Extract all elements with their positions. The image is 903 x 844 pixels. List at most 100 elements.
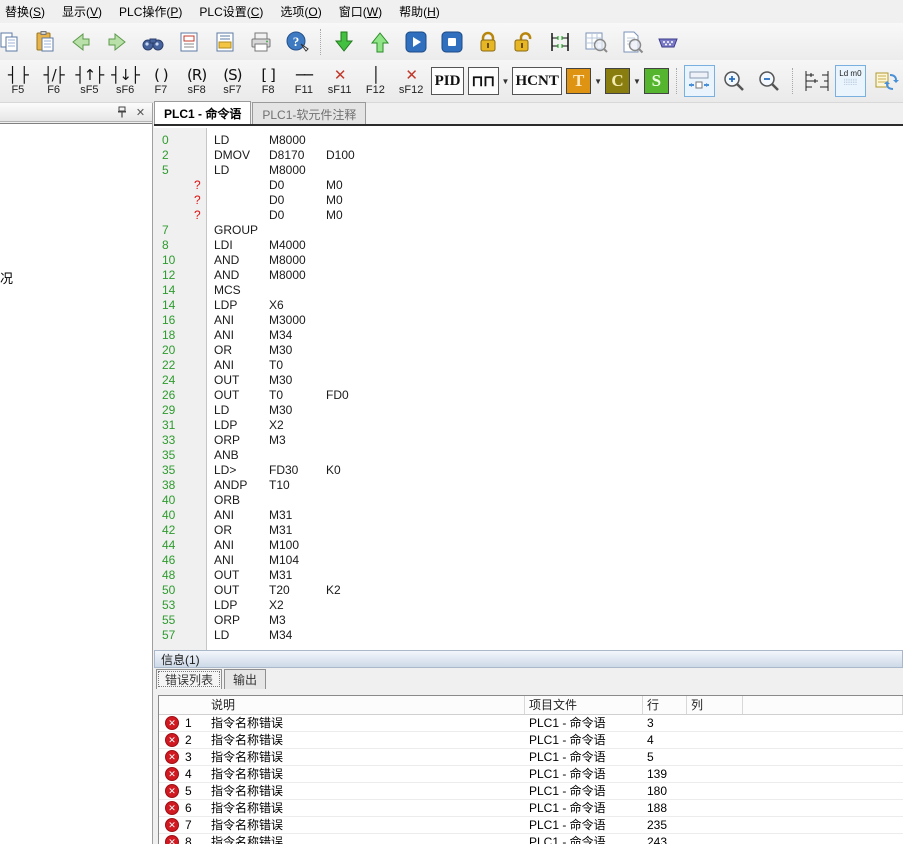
help-icon[interactable]: ?	[282, 27, 312, 57]
error-row[interactable]: ✕4指令名称错误PLC1 - 命令语139	[159, 766, 903, 783]
dropdown-arrow-icon[interactable]: ▼	[632, 68, 642, 94]
ladder-button-f5[interactable]: ┤ ├F5	[0, 62, 36, 100]
code-line[interactable]: 5LDM8000	[154, 163, 903, 178]
instr-button-t[interactable]: T	[566, 68, 591, 94]
instr-button-c[interactable]: C	[605, 68, 630, 94]
code-line[interactable]: 31LDPX2	[154, 418, 903, 433]
stop-icon[interactable]	[437, 27, 467, 57]
find-icon[interactable]	[138, 27, 168, 57]
forward-icon[interactable]	[102, 27, 132, 57]
code-line[interactable]: 50OUTT20K2	[154, 583, 903, 598]
upload-from-plc-icon[interactable]	[365, 27, 395, 57]
serial-port-icon[interactable]	[653, 27, 683, 57]
sidebar-content[interactable]: 况	[0, 123, 152, 844]
monitor-doc-search-icon[interactable]	[617, 27, 647, 57]
code-line[interactable]: 29LDM30	[154, 403, 903, 418]
code-line[interactable]: 20ORM30	[154, 343, 903, 358]
code-line[interactable]: 10ANDM8000	[154, 253, 903, 268]
memo-icon[interactable]	[174, 27, 204, 57]
instr-button-[interactable]: ⊓⊓	[468, 67, 499, 95]
download-to-plc-icon[interactable]	[329, 27, 359, 57]
code-line[interactable]: 53LDPX2	[154, 598, 903, 613]
code-line[interactable]: 46ANIM104	[154, 553, 903, 568]
instr-button-hcnt[interactable]: HCNT	[512, 67, 562, 95]
code-line[interactable]: 35ANB	[154, 448, 903, 463]
dropdown-arrow-icon[interactable]: ▼	[501, 68, 511, 94]
error-row[interactable]: ✕8指令名称错误PLC1 - 命令语243	[159, 834, 903, 844]
convert-view-icon[interactable]	[870, 65, 901, 97]
code-line[interactable]: 22ANIT0	[154, 358, 903, 373]
ladder-button-f8[interactable]: [ ]F8	[250, 62, 286, 100]
error-row[interactable]: ✕3指令名称错误PLC1 - 命令语5	[159, 749, 903, 766]
error-row[interactable]: ✕7指令名称错误PLC1 - 命令语235	[159, 817, 903, 834]
instr-button-s[interactable]: S	[644, 68, 669, 94]
editor-tab-1[interactable]: PLC1-软元件注释	[252, 102, 366, 124]
code-line[interactable]: 8LDIM4000	[154, 238, 903, 253]
menu-item-o[interactable]: 选项(O)	[270, 0, 331, 23]
code-line[interactable]: 40ORB	[154, 493, 903, 508]
code-line[interactable]: 2DMOVD8170D100	[154, 148, 903, 163]
pin-icon[interactable]	[114, 105, 129, 119]
code-line[interactable]: ?D0M0	[154, 178, 903, 193]
code-line[interactable]: ?D0M0	[154, 193, 903, 208]
menu-item-w[interactable]: 窗口(W)	[329, 0, 392, 23]
ladder-button-sf8[interactable]: (R)sF8	[179, 62, 215, 100]
ladder-button-f12[interactable]: │F12	[358, 62, 394, 100]
notes-icon[interactable]	[210, 27, 240, 57]
back-icon[interactable]	[66, 27, 96, 57]
code-line[interactable]: ?D0M0	[154, 208, 903, 223]
zoom-out-icon[interactable]	[754, 65, 785, 97]
zoom-in-icon[interactable]	[719, 65, 750, 97]
instr-button-pid[interactable]: PID	[431, 67, 464, 95]
menu-item-s[interactable]: 替换(S)	[0, 0, 55, 23]
ladder-button-sf11[interactable]: ✕sF11	[322, 62, 358, 100]
info-tab-1[interactable]: 输出	[224, 669, 266, 689]
error-row[interactable]: ✕2指令名称错误PLC1 - 命令语4	[159, 732, 903, 749]
unlock-icon[interactable]	[509, 27, 539, 57]
code-line[interactable]: 14MCS	[154, 283, 903, 298]
run-icon[interactable]	[401, 27, 431, 57]
ladder-button-sf6[interactable]: ┤↓├sF6	[107, 62, 143, 100]
ladder-button-f11[interactable]: ──F11	[286, 62, 322, 100]
code-line[interactable]: 0LDM8000	[154, 133, 903, 148]
code-line[interactable]: 12ANDM8000	[154, 268, 903, 283]
code-line[interactable]: 40ANIM31	[154, 508, 903, 523]
code-line[interactable]: 26OUTT0FD0	[154, 388, 903, 403]
ladder-view-icon[interactable]	[800, 65, 831, 97]
code-line[interactable]: 38ANDPT10	[154, 478, 903, 493]
code-line[interactable]: 18ANIM34	[154, 328, 903, 343]
code-line[interactable]: 48OUTM31	[154, 568, 903, 583]
error-row[interactable]: ✕5指令名称错误PLC1 - 命令语180	[159, 783, 903, 800]
code-line[interactable]: 55ORPM3	[154, 613, 903, 628]
menu-item-h[interactable]: 帮助(H)	[389, 0, 450, 23]
error-row[interactable]: ✕1指令名称错误PLC1 - 命令语3	[159, 715, 903, 732]
code-line[interactable]: 44ANIM100	[154, 538, 903, 553]
dropdown-arrow-icon[interactable]: ▼	[593, 68, 603, 94]
code-line[interactable]: 33ORPM3	[154, 433, 903, 448]
menu-item-plcc[interactable]: PLC设置(C)	[189, 0, 273, 23]
il-view-icon[interactable]: Ld m0	[835, 65, 866, 97]
monitor-table-search-icon[interactable]	[581, 27, 611, 57]
code-line[interactable]: 35LD>FD30K0	[154, 463, 903, 478]
menu-item-plcp[interactable]: PLC操作(P)	[109, 0, 192, 23]
lock-icon[interactable]	[473, 27, 503, 57]
code-line[interactable]: 14LDPX6	[154, 298, 903, 313]
copy-icon[interactable]	[0, 27, 24, 57]
fit-width-icon[interactable]	[684, 65, 715, 97]
paste-icon[interactable]	[30, 27, 60, 57]
monitor-ladder-icon[interactable]	[545, 27, 575, 57]
ladder-button-sf7[interactable]: (S)sF7	[215, 62, 251, 100]
close-icon[interactable]: ✕	[133, 105, 148, 119]
error-row[interactable]: ✕6指令名称错误PLC1 - 命令语188	[159, 800, 903, 817]
ladder-button-f6[interactable]: ┤/├F6	[36, 62, 72, 100]
ladder-button-sf5[interactable]: ┤↑├sF5	[72, 62, 108, 100]
code-area[interactable]: 0LDM80002DMOVD8170D1005LDM8000?D0M0?D0M0…	[154, 128, 903, 650]
code-line[interactable]: 16ANIM3000	[154, 313, 903, 328]
info-tab-0[interactable]: 错误列表	[156, 669, 222, 689]
code-line[interactable]: 57LDM34	[154, 628, 903, 643]
code-line[interactable]: 42ORM31	[154, 523, 903, 538]
ladder-button-sf12[interactable]: ✕sF12	[393, 62, 429, 100]
editor-tab-0[interactable]: PLC1 - 命令语	[154, 101, 251, 124]
ladder-button-f7[interactable]: ( )F7	[143, 62, 179, 100]
menu-item-v[interactable]: 显示(V)	[52, 0, 112, 23]
